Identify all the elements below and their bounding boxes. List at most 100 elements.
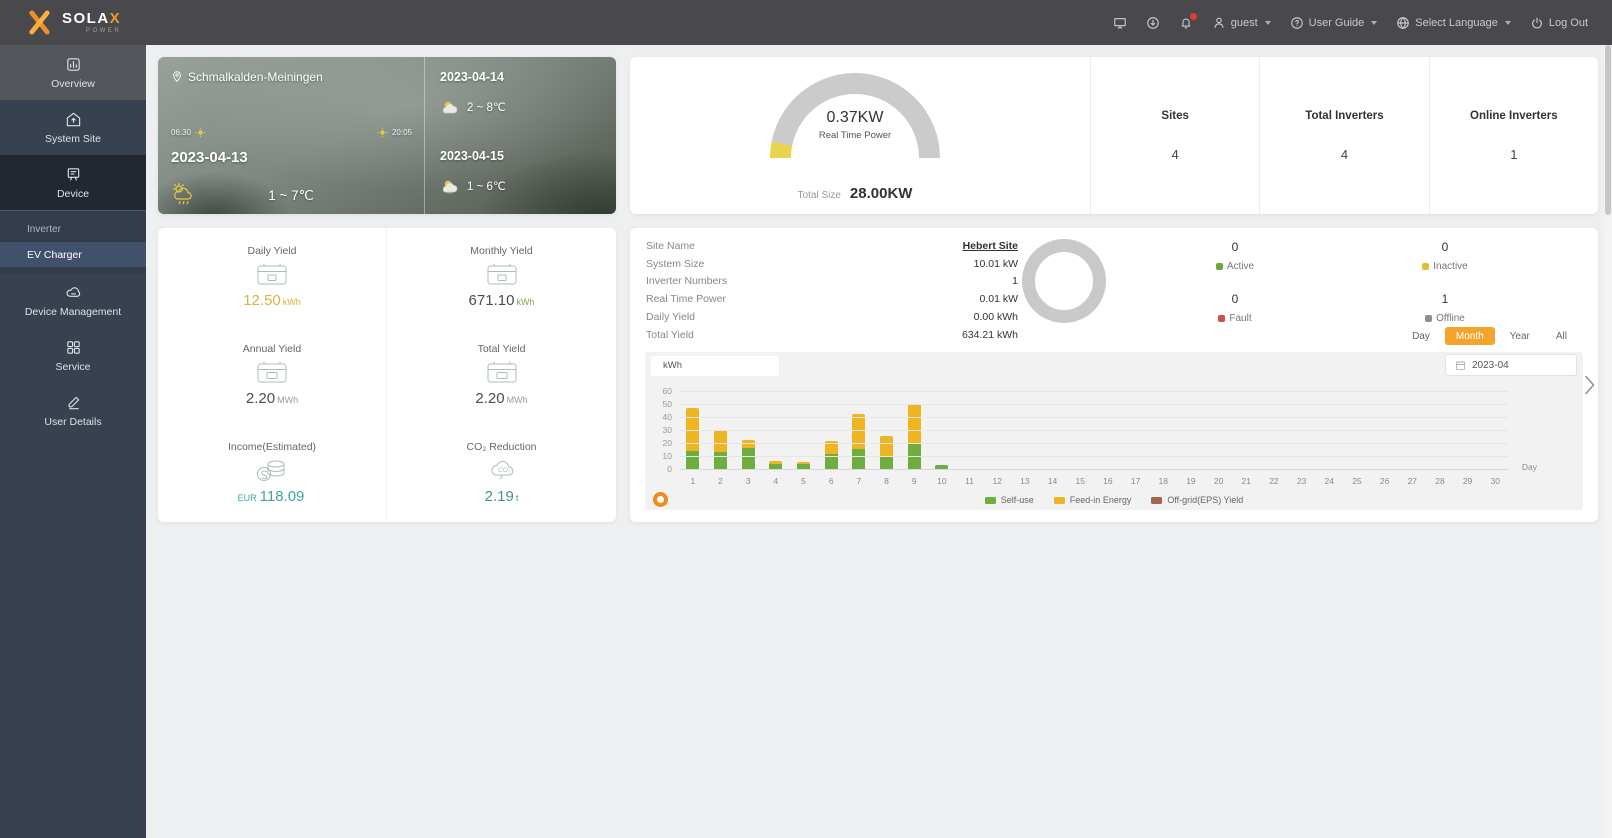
user-icon	[1214, 17, 1224, 28]
user-label: guest	[1230, 16, 1258, 29]
monitor-icon[interactable]	[1113, 16, 1127, 30]
calendar-icon	[1455, 360, 1466, 370]
bar-segment	[741, 447, 755, 470]
chevron-down-icon	[1504, 20, 1511, 25]
status-dot-icon	[1422, 263, 1430, 270]
download-icon[interactable]	[1146, 16, 1160, 30]
status-block: 0 Active	[1130, 232, 1340, 280]
detail-row: Daily Yield 0.00 kWh	[646, 308, 1018, 326]
sidebar-item-system-site[interactable]: System Site	[0, 100, 146, 155]
x-tick-label: 1	[690, 476, 696, 486]
detail-label: Inverter Numbers	[646, 275, 728, 288]
gridline	[679, 417, 1509, 418]
forecast-date: 2023-04-15	[440, 149, 504, 163]
chart-unit-tab[interactable]: kWh	[651, 356, 779, 376]
status-label: Offline	[1425, 313, 1465, 324]
language-menu[interactable]: Select Language	[1396, 16, 1511, 30]
submenu-item-ev-charger[interactable]: EV Charger	[0, 242, 146, 267]
site-details: Site Name Hebert Site System Size 10.01 kW I…	[646, 237, 1018, 344]
device-submenu: Inverter EV Charger	[0, 210, 146, 273]
legend-swatch	[1053, 496, 1065, 504]
submenu-item-inverter[interactable]: Inverter	[0, 217, 146, 242]
stat-column: Online Inverters 1	[1428, 57, 1598, 214]
stat-value: 4	[1340, 146, 1349, 162]
navbar-menu: guest User Guide Select Language Log Out	[1113, 12, 1588, 30]
sidebar-item-overview[interactable]: Overview	[0, 45, 146, 100]
y-tick-label: 20	[662, 438, 672, 448]
weather-today-temp: 1 ~ 7℃	[268, 188, 314, 203]
legend-item[interactable]: Off-grid(EPS) Yield	[1151, 495, 1243, 505]
status-dot-icon	[1218, 315, 1226, 322]
x-tick-label: 20	[1213, 476, 1224, 486]
period-button-day[interactable]: Day	[1401, 327, 1441, 345]
x-tick-label: 19	[1186, 476, 1196, 486]
x-tick-label: 21	[1241, 476, 1251, 486]
co2-icon: CO₂	[484, 457, 520, 484]
x-tick-label: 12	[992, 476, 1002, 486]
stat-column: Total Inverters 4	[1259, 57, 1428, 214]
x-axis-line	[679, 469, 1509, 470]
sidebar-item-service[interactable]: Service	[0, 328, 146, 383]
legend-label: Feed-in Energy	[1069, 495, 1132, 505]
yield-meter-icon	[484, 359, 520, 386]
bar-segment	[686, 450, 700, 470]
status-label: Fault	[1218, 313, 1252, 324]
period-button-month[interactable]: Month	[1444, 327, 1495, 345]
chart-legend: Self-use Feed-in Energy Off-grid(EPS) Yiel…	[645, 495, 1583, 505]
alarm-icon[interactable]	[1179, 12, 1197, 30]
sidebar-item-device-management[interactable]: Device Management	[0, 273, 146, 328]
pencil-icon	[68, 396, 79, 409]
period-button-year[interactable]: Year	[1499, 327, 1541, 345]
x-tick-label: 30	[1490, 476, 1501, 486]
logo-x-icon	[26, 9, 53, 36]
user-guide-menu[interactable]: User Guide	[1290, 16, 1378, 30]
date-value: 2023-04	[1472, 359, 1509, 371]
x-tick-label: 10	[937, 476, 947, 486]
forecast-temp: 1 ~ 6℃	[467, 181, 506, 193]
x-tick-label: 24	[1324, 476, 1335, 486]
bar-segment	[907, 403, 921, 443]
x-tick-label: 7	[856, 476, 862, 486]
x-tick-label: 26	[1379, 476, 1390, 486]
yield-cell-co2: CO₂ Reduction CO₂ 2.19 t	[466, 441, 537, 505]
detail-label: Real Time Power	[646, 293, 726, 306]
stat-label: Total Inverters	[1305, 109, 1384, 122]
legend-item[interactable]: Self-use	[984, 495, 1034, 505]
legend-item[interactable]: Feed-in Energy	[1053, 495, 1132, 505]
bar-segment	[852, 449, 866, 470]
page-scrollbar[interactable]	[1604, 45, 1612, 838]
detail-row: Total Yield 634.21 kWh	[646, 326, 1018, 344]
x-tick-label: 8	[884, 476, 889, 486]
sunset-time: 20:05	[391, 128, 412, 137]
detail-label: Site Name	[646, 239, 696, 252]
status-text: Inactive	[1433, 261, 1468, 272]
status-value: 0	[1441, 240, 1449, 254]
x-tick-label: 22	[1269, 476, 1279, 486]
x-tick-label: 23	[1296, 476, 1307, 486]
sidebar-item-user-details[interactable]: User Details	[0, 383, 146, 438]
status-text: Fault	[1229, 313, 1252, 324]
chevron-right-icon[interactable]	[1582, 374, 1597, 396]
date-picker[interactable]: 2023-04	[1445, 354, 1577, 376]
yield-cell-total: Total Yield 2.20 MWh	[475, 343, 528, 407]
notification-badge	[1189, 12, 1197, 20]
y-tick-label: 30	[662, 425, 672, 435]
logout-button[interactable]: Log Out	[1530, 16, 1588, 30]
x-tick-label: 15	[1075, 476, 1085, 486]
house-arrow-icon	[66, 112, 80, 126]
period-button-all[interactable]: All	[1545, 327, 1578, 345]
user-menu[interactable]: guest	[1212, 16, 1271, 30]
x-tick-label: 25	[1352, 476, 1362, 486]
scrollbar-thumb[interactable]	[1605, 45, 1611, 215]
yield-chart-panel: kWh 2023-04 0 10 20 30 40 50 60 1 2 3 4 5 6 7 8 9 10 11 1…	[645, 352, 1583, 510]
sidebar-item-device[interactable]: Device	[0, 155, 146, 210]
bar-segment	[714, 451, 727, 470]
globe-icon	[1397, 16, 1410, 29]
site-name-link[interactable]: Hebert Site	[963, 240, 1018, 252]
y-tick-label: 40	[662, 412, 672, 422]
status-block: 0 Inactive	[1340, 232, 1550, 280]
weather-today-panel: Schmalkalden-Meiningen 06:30 20:05 2023-…	[158, 57, 425, 214]
weather-forecast-panel: 2023-04-14 2 ~ 8℃ 2023-04-15 1 ~ 6℃	[425, 57, 616, 214]
weather-cloud-sun-icon	[442, 101, 458, 114]
logo-text: SOLAX POWER	[62, 10, 122, 34]
